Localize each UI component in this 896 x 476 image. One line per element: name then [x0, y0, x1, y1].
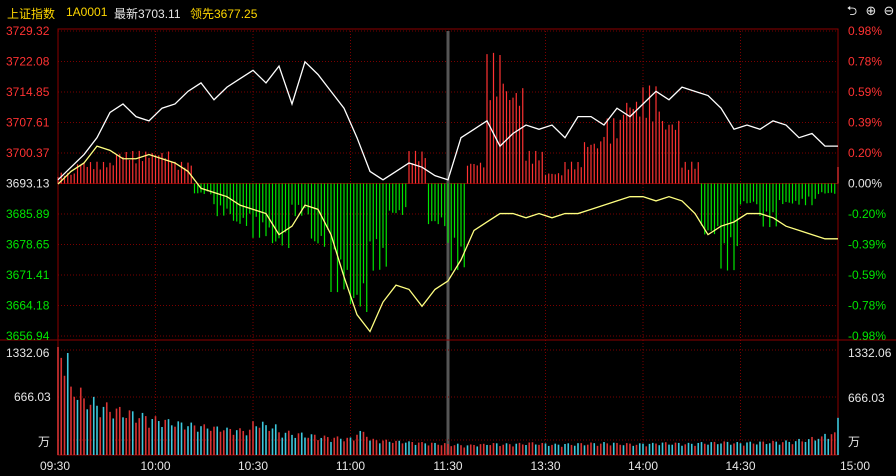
price-tick-label: 3722.08 — [6, 55, 50, 69]
price-tick-label: 3664.18 — [6, 299, 50, 313]
percent-tick-label: -0.39% — [848, 238, 886, 252]
intraday-chart: 3729.32 0.98% 3722.08 0.78% 3714.85 0.59% 3707… — [0, 24, 896, 473]
percent-tick-label: -0.78% — [848, 299, 886, 313]
price-tick-label: 3685.89 — [6, 207, 50, 221]
percent-tick-label: 0.20% — [848, 146, 882, 160]
percent-tick-label: 0.39% — [848, 116, 882, 130]
time-tick-label: 10:30 — [238, 459, 268, 473]
volume-mid-label-right: 666.03 — [848, 391, 885, 405]
time-tick-label: 09:30 — [40, 459, 70, 473]
time-tick-label: 14:00 — [628, 459, 658, 473]
percent-tick-label: -0.59% — [848, 268, 886, 282]
time-tick-label: 10:00 — [140, 459, 170, 473]
time-tick-label: 11:00 — [336, 459, 365, 473]
volume-mid-label: 666.03 — [14, 390, 51, 404]
price-tick-label: 3714.85 — [6, 85, 50, 99]
time-tick-label: 15:00 — [840, 459, 870, 473]
volume-unit-label-right: 万 — [848, 435, 860, 449]
volume-max-label-right: 1332.06 — [848, 346, 892, 360]
price-tick-label: 3700.37 — [6, 146, 50, 160]
time-tick-label: 11:30 — [433, 459, 462, 473]
percent-tick-label: 0.00% — [848, 177, 882, 191]
price-tick-label: 3671.41 — [6, 268, 50, 282]
percent-tick-label: -0.98% — [848, 329, 886, 343]
price-tick-label: 3678.65 — [6, 238, 50, 252]
price-tick-label: 3729.32 — [6, 24, 50, 38]
price-tick-label: 3707.61 — [6, 116, 50, 130]
price-tick-label: 3656.94 — [6, 329, 50, 343]
percent-tick-label: -0.20% — [848, 207, 886, 221]
volume-unit-label: 万 — [38, 435, 50, 449]
volume-max-label: 1332.06 — [6, 346, 50, 360]
percent-tick-label: 0.78% — [848, 55, 882, 69]
time-tick-label: 14:30 — [725, 459, 755, 473]
percent-tick-label: 0.59% — [848, 85, 882, 99]
percent-tick-label: 0.98% — [848, 24, 882, 38]
time-tick-label: 13:30 — [530, 459, 560, 473]
price-tick-label: 3693.13 — [6, 177, 50, 191]
